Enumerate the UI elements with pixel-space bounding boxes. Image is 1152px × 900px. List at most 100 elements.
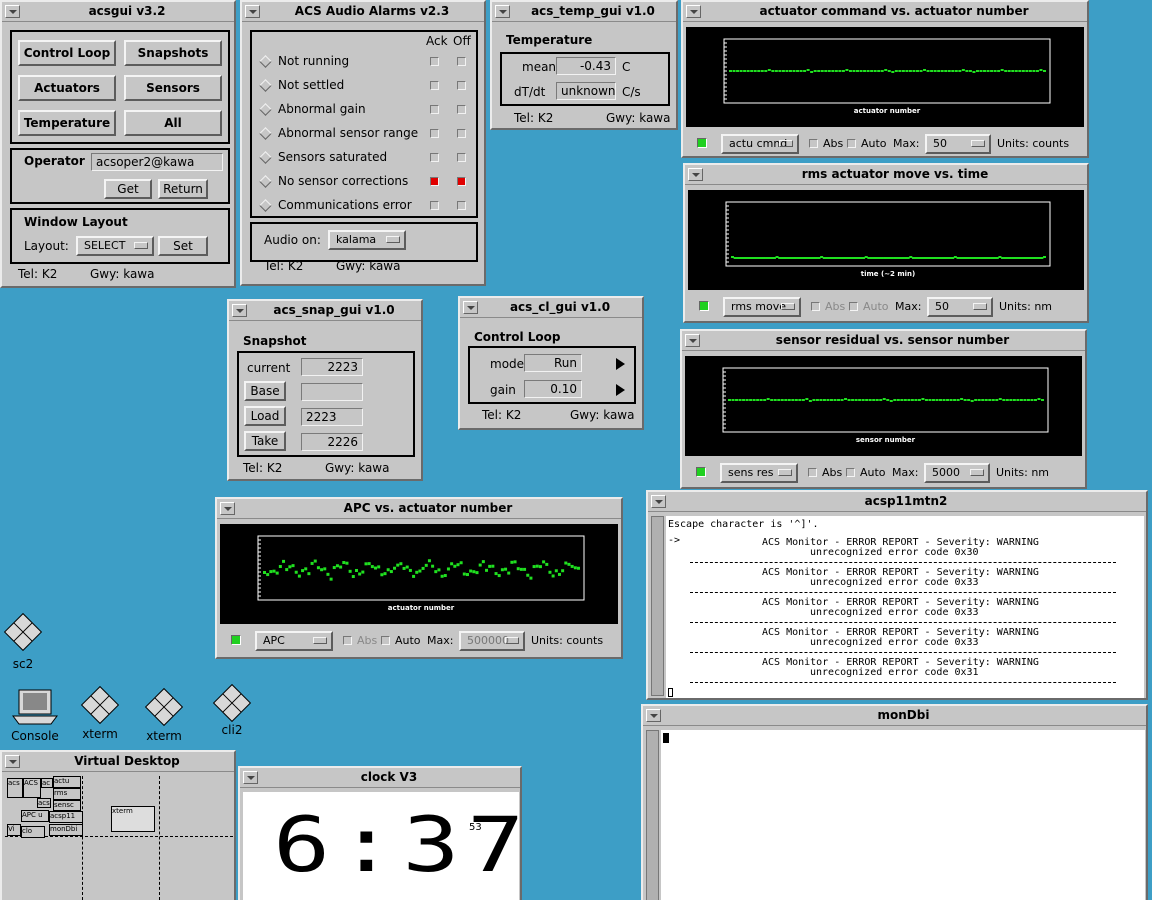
ack-checkbox[interactable] — [430, 129, 439, 138]
gain-arrow-icon[interactable] — [616, 384, 625, 396]
max-select[interactable]: 5000 — [924, 463, 990, 483]
auto-checkbox[interactable] — [846, 468, 855, 477]
load-value[interactable]: 2223 — [301, 408, 363, 426]
temperature-button[interactable]: Temperature — [18, 110, 116, 136]
title-bar[interactable]: ACS Audio Alarms v2.3 — [242, 2, 484, 22]
window-menu-button[interactable] — [5, 755, 20, 768]
ack-checkbox[interactable] — [430, 153, 439, 162]
window-menu-button[interactable] — [220, 502, 235, 515]
cli2-icon[interactable]: cli2 — [210, 682, 254, 737]
snapshots-button[interactable]: Snapshots — [124, 40, 222, 66]
window-menu-button[interactable] — [688, 168, 703, 181]
window-menu-button[interactable] — [243, 771, 258, 784]
operator-field[interactable]: acsoper2@kawa — [91, 153, 223, 171]
title-bar[interactable]: Virtual Desktop — [2, 752, 234, 772]
data-point — [990, 70, 994, 72]
pager-window[interactable]: monDbi — [49, 824, 83, 836]
auto-checkbox[interactable] — [849, 302, 858, 311]
pager-window[interactable]: acs — [7, 778, 23, 798]
terminal-output[interactable]: Escape character is '^]'. -> ACS Monitor -… — [666, 516, 1144, 698]
set-button[interactable]: Set — [158, 236, 208, 256]
window-menu-button[interactable] — [686, 5, 701, 18]
title-bar[interactable]: acs_snap_gui v1.0 — [229, 301, 421, 321]
terminal-output[interactable] — [661, 730, 1145, 900]
base-value[interactable] — [301, 383, 363, 401]
ack-checkbox[interactable] — [430, 105, 439, 114]
auto-checkbox[interactable] — [847, 139, 856, 148]
ack-checkbox[interactable] — [430, 201, 439, 210]
pager-window[interactable]: xterm — [111, 806, 155, 832]
pager-window[interactable]: acsp11 — [49, 811, 83, 823]
scrollbar[interactable] — [651, 516, 664, 696]
window-menu-button[interactable] — [463, 301, 478, 314]
console-icon[interactable]: Console — [6, 688, 64, 743]
sc2-icon[interactable]: sc2 — [2, 612, 44, 671]
title-bar[interactable]: acs_temp_gui v1.0 — [492, 2, 676, 22]
window-menu-button[interactable] — [685, 334, 700, 347]
abs-checkbox[interactable] — [343, 636, 352, 645]
title-bar[interactable]: rms actuator move vs. time — [685, 165, 1087, 185]
pager-window[interactable]: actu — [53, 776, 81, 788]
xterm-icon[interactable]: xterm — [78, 684, 122, 741]
plot-select[interactable]: actu cmnd — [721, 134, 799, 154]
title-bar[interactable]: monDbi — [643, 706, 1146, 726]
abs-checkbox[interactable] — [811, 302, 820, 311]
title-bar[interactable]: acsgui v3.2 — [2, 2, 234, 22]
pager-window[interactable]: ACS — [23, 778, 41, 798]
take-button[interactable]: Take — [244, 431, 286, 451]
sensors-button[interactable]: Sensors — [124, 75, 222, 101]
off-checkbox[interactable] — [457, 81, 466, 90]
control-loop-button[interactable]: Control Loop — [18, 40, 116, 66]
off-checkbox[interactable] — [457, 201, 466, 210]
title-bar[interactable]: acsp11mtn2 — [648, 492, 1146, 512]
title-bar[interactable]: acs_cl_gui v1.0 — [460, 298, 642, 318]
audio-select[interactable]: kalama — [328, 230, 406, 250]
plot-select[interactable]: rms move — [723, 297, 801, 317]
title-bar[interactable]: sensor residual vs. sensor number — [682, 331, 1085, 351]
window-menu-button[interactable] — [651, 495, 666, 508]
window-menu-button[interactable] — [5, 5, 20, 18]
error-code-line: unrecognized error code 0x33 — [810, 577, 979, 588]
xterm-icon[interactable]: xterm — [142, 686, 186, 743]
window-menu-button[interactable] — [646, 709, 661, 722]
ack-checkbox[interactable] — [430, 57, 439, 66]
ack-checkbox[interactable] — [430, 81, 439, 90]
max-select[interactable]: 500000 — [459, 631, 525, 651]
off-checkbox[interactable] — [457, 153, 466, 162]
plot-select[interactable]: sens res — [720, 463, 798, 483]
window-menu-button[interactable] — [495, 5, 510, 18]
load-button[interactable]: Load — [244, 406, 286, 426]
auto-checkbox[interactable] — [381, 636, 390, 645]
off-checkbox[interactable] — [457, 105, 466, 114]
get-button[interactable]: Get — [104, 179, 152, 199]
return-button[interactable]: Return — [158, 179, 208, 199]
max-select[interactable]: 50 — [927, 297, 993, 317]
pager-window[interactable]: APC u — [21, 810, 49, 822]
pager-window[interactable]: Vi — [7, 824, 21, 836]
window-menu-button[interactable] — [245, 5, 260, 18]
off-checkbox[interactable] — [457, 129, 466, 138]
pager-window[interactable]: clo — [21, 826, 45, 838]
desktop-pager[interactable]: acs ACS ac actu rms sensc APC u acsp11 a… — [5, 776, 233, 900]
pager-window[interactable]: ac — [41, 778, 53, 788]
abs-checkbox[interactable] — [809, 139, 818, 148]
pager-window[interactable]: sensc — [53, 800, 81, 811]
max-select[interactable]: 50 — [925, 134, 991, 154]
layout-select[interactable]: SELECT — [76, 236, 154, 256]
off-checkbox[interactable] — [457, 177, 466, 186]
scrollbar[interactable] — [646, 730, 659, 900]
off-checkbox[interactable] — [457, 57, 466, 66]
abs-checkbox[interactable] — [808, 468, 817, 477]
mode-arrow-icon[interactable] — [616, 358, 625, 370]
actuators-button[interactable]: Actuators — [18, 75, 116, 101]
title-bar[interactable]: clock V3 — [240, 768, 520, 788]
title-bar[interactable]: actuator command vs. actuator number — [683, 2, 1087, 22]
window-menu-button[interactable] — [232, 304, 247, 317]
all-button[interactable]: All — [124, 110, 222, 136]
plot-select[interactable]: APC — [255, 631, 333, 651]
pager-window[interactable]: rms — [53, 788, 81, 800]
base-button[interactable]: Base — [244, 381, 286, 401]
title-bar[interactable]: APC vs. actuator number — [217, 499, 621, 519]
ack-checkbox[interactable] — [430, 177, 439, 186]
pager-window[interactable]: acs — [37, 798, 51, 808]
